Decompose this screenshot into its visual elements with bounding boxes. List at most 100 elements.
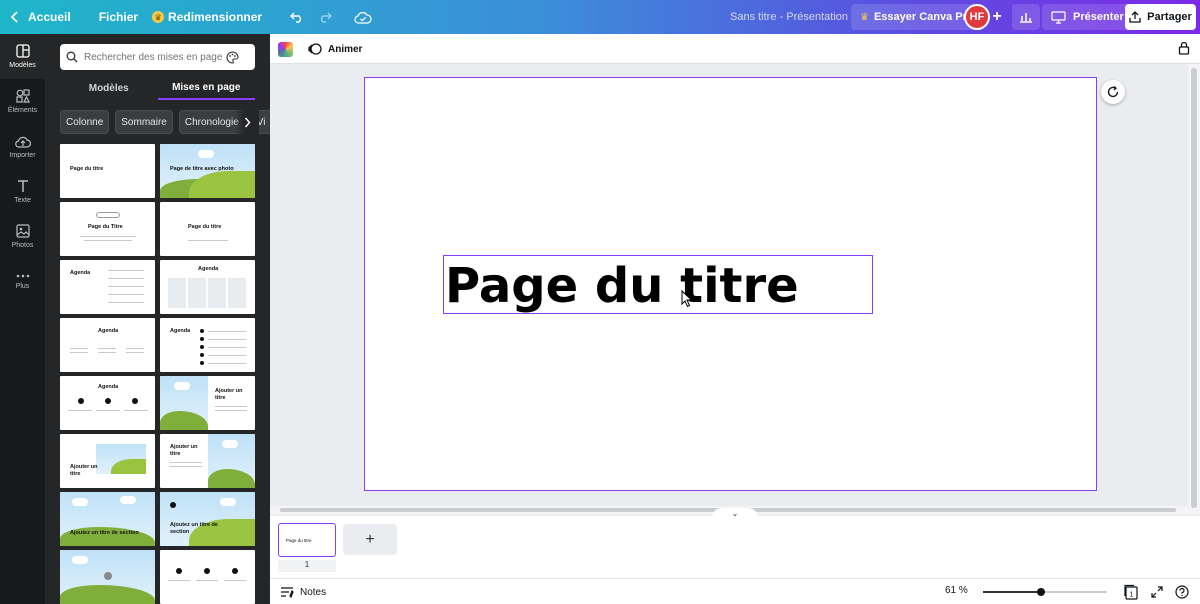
add-page-button[interactable]: + — [343, 524, 397, 555]
layout-thumbnail[interactable] — [60, 550, 155, 604]
page-thumbnail[interactable]: Page du titre — [278, 523, 336, 557]
expand-icon — [1151, 586, 1163, 598]
layout-caption: Page du titre — [188, 224, 222, 230]
page-thumbnail-text: Page du titre — [286, 538, 312, 543]
text-icon — [17, 180, 28, 192]
layout-thumbnail[interactable]: Page du titre — [60, 144, 155, 198]
layout-thumbnail[interactable]: Agenda — [60, 376, 155, 430]
text-line — [108, 302, 144, 303]
layout-thumbnail[interactable]: Page de titre avec photo — [160, 144, 255, 198]
layout-thumbnail[interactable]: Agenda — [60, 260, 155, 314]
document-title[interactable]: Sans titre - Présentation — [730, 0, 848, 34]
text-line — [68, 410, 92, 411]
text-line — [208, 347, 246, 348]
insights-button[interactable] — [1012, 4, 1040, 30]
rail-item-templates[interactable]: Modèles — [0, 34, 45, 79]
cloud-save-status[interactable] — [347, 0, 379, 34]
layout-thumbnail[interactable]: Ajoutez un titre de section — [60, 492, 155, 546]
panel-tabs: Modèles Mises en page — [60, 76, 255, 100]
rail-item-text[interactable]: Texte — [0, 169, 45, 214]
number-dot — [170, 502, 176, 508]
palette-icon[interactable] — [226, 50, 239, 64]
step-dot — [78, 398, 84, 404]
regenerate-button[interactable] — [1101, 80, 1125, 104]
templates-icon — [15, 44, 30, 58]
vertical-scrollbar[interactable] — [1188, 64, 1200, 514]
refresh-icon — [1107, 86, 1119, 98]
elements-icon — [15, 89, 30, 103]
zoom-slider-fill — [983, 591, 1042, 593]
text-line — [126, 348, 144, 349]
zoom-value[interactable]: 61 % — [945, 585, 968, 596]
tab-layouts[interactable]: Mises en page — [157, 76, 255, 100]
layout-thumbnail[interactable]: Ajouter un titre — [60, 434, 155, 488]
text-line — [215, 406, 247, 407]
plus-icon: + — [365, 530, 375, 548]
animate-button[interactable]: Animer — [308, 38, 362, 60]
rail-item-photos[interactable]: Photos — [0, 214, 45, 259]
step-dot — [105, 398, 111, 404]
layout-thumbnail[interactable]: Agenda — [160, 260, 255, 314]
layout-caption: Agenda — [198, 266, 219, 272]
rail-label: Texte — [14, 197, 31, 204]
upload-icon — [14, 136, 31, 148]
layout-thumbnail[interactable]: Ajouter un titre — [160, 434, 255, 488]
search-input[interactable] — [84, 51, 222, 63]
text-line — [126, 352, 144, 353]
top-bar: Accueil Fichier ♛ Redimensionner Sans ti… — [0, 0, 1200, 34]
rail-item-more[interactable]: Plus — [0, 259, 45, 304]
text-line — [196, 580, 218, 581]
chips-next-button[interactable] — [235, 110, 259, 134]
notes-button[interactable]: Notes — [280, 584, 326, 600]
text-line — [208, 363, 246, 364]
page-count: 1 — [1130, 592, 1134, 599]
home-button[interactable]: Accueil — [0, 0, 78, 34]
background-color-button[interactable] — [278, 42, 293, 57]
tab-templates[interactable]: Modèles — [60, 76, 158, 100]
share-button[interactable]: Partager — [1125, 4, 1196, 30]
more-icon — [16, 274, 29, 278]
help-button[interactable] — [1173, 583, 1191, 601]
layout-thumbnail[interactable]: Agenda — [60, 318, 155, 372]
animate-icon — [308, 43, 322, 55]
text-line — [108, 278, 144, 279]
resize-button[interactable]: ♛ Redimensionner — [145, 0, 269, 34]
step-dot — [204, 568, 210, 574]
chip-column[interactable]: Colonne — [60, 110, 110, 134]
layout-thumbnail[interactable]: Page du Titre — [60, 202, 155, 256]
scrollbar-thumb[interactable] — [1191, 68, 1197, 508]
layout-thumbnail[interactable]: Agenda — [160, 318, 255, 372]
rail-item-upload[interactable]: Importer — [0, 124, 45, 169]
try-pro-button[interactable]: ♛ Essayer Canva Pro — [851, 4, 983, 30]
layout-thumbnail[interactable]: Ajouter un titre — [160, 376, 255, 430]
rail-item-elements[interactable]: Éléments — [0, 79, 45, 124]
layout-thumbnail[interactable] — [160, 550, 255, 604]
play-icon — [104, 572, 112, 580]
undo-button[interactable] — [283, 0, 311, 34]
text-line — [168, 580, 190, 581]
layout-caption: Agenda — [70, 270, 91, 276]
page-count-button[interactable]: 1 — [1122, 583, 1140, 601]
zoom-slider-handle[interactable] — [1037, 588, 1046, 596]
avatar[interactable]: HF — [964, 4, 990, 30]
redo-button[interactable] — [311, 0, 339, 34]
search-box — [60, 44, 255, 70]
layout-caption: Agenda — [98, 384, 119, 390]
add-member-button[interactable]: + — [988, 7, 1006, 27]
slide-title[interactable]: Page du titre — [445, 257, 799, 315]
file-menu[interactable]: Fichier — [92, 0, 145, 34]
fullscreen-button[interactable] — [1148, 583, 1166, 601]
zoom-slider[interactable] — [983, 588, 1107, 596]
presentation-icon — [1051, 10, 1066, 24]
cloud-image — [72, 556, 88, 564]
layout-caption: Page du Titre — [88, 224, 123, 230]
lock-icon[interactable] — [1178, 41, 1190, 55]
chip-summary[interactable]: Sommaire — [115, 110, 173, 134]
cloud-image — [222, 440, 238, 448]
layout-thumbnail[interactable]: Page du titre — [160, 202, 255, 256]
text-line — [98, 352, 116, 353]
present-button[interactable]: Présenter — [1042, 4, 1133, 30]
rail-label: Éléments — [7, 107, 38, 114]
footer-bar: Notes 61 % 1 — [270, 578, 1200, 604]
layout-thumbnail[interactable]: Ajoutez un titre de section — [160, 492, 255, 546]
